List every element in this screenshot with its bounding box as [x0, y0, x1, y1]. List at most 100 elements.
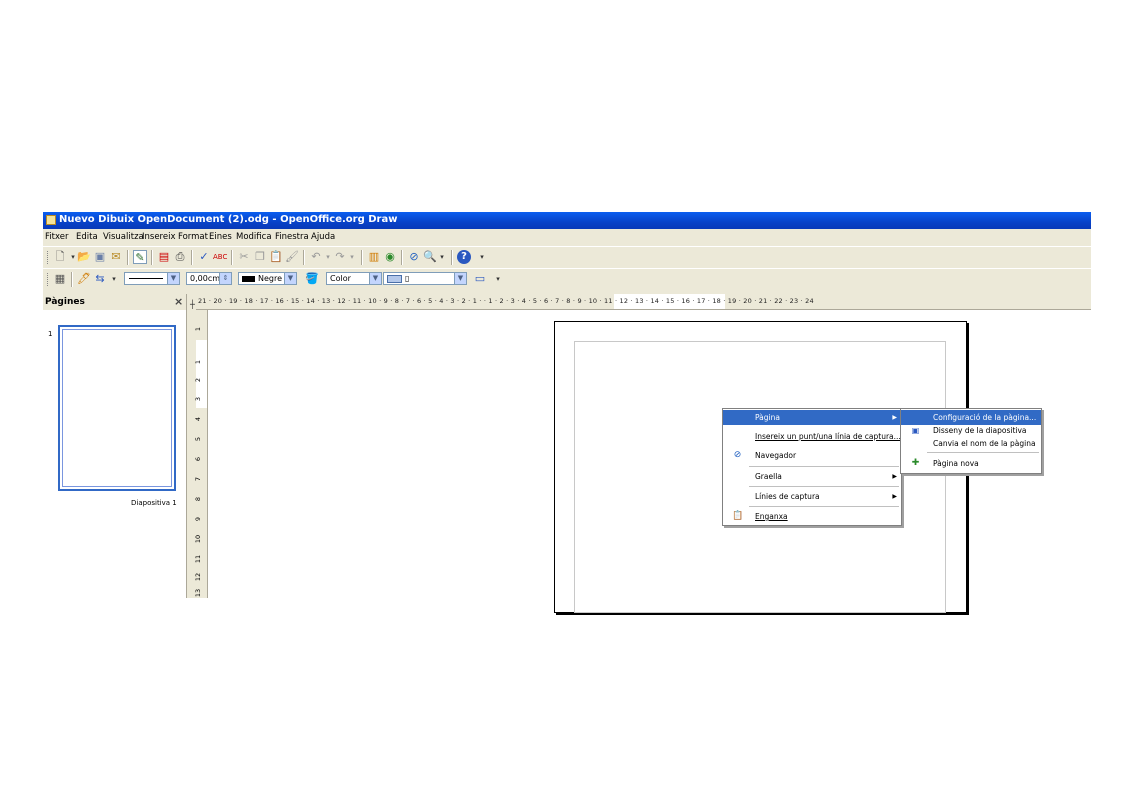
- toolbar-grip[interactable]: [47, 251, 50, 264]
- menu-edita[interactable]: Edita: [76, 232, 98, 242]
- help-icon[interactable]: ?: [457, 250, 471, 264]
- menu-fitxer[interactable]: Fitxer: [45, 232, 68, 242]
- horizontal-ruler[interactable]: 21 · 20 · 19 · 18 · 17 · 16 · 15 · 14 · …: [196, 294, 1091, 310]
- line-style-select[interactable]: ▼: [124, 272, 180, 285]
- menu-item-label: Navegador: [755, 451, 797, 460]
- page-submenu: Configuració de la pàgina... ▣ Disseny d…: [900, 408, 1042, 474]
- chevron-down-icon[interactable]: ▼: [454, 273, 466, 284]
- area-color-value: ▯: [405, 274, 410, 283]
- edit-file-icon[interactable]: ✎: [133, 250, 147, 264]
- toolbar-overflow-icon[interactable]: ▾: [491, 272, 505, 286]
- styles-icon[interactable]: ▦: [53, 272, 67, 286]
- menu-item-label: Insereix un punt/una línia de captura...: [755, 432, 901, 441]
- menu-visualitza[interactable]: Visualitza: [103, 232, 144, 242]
- area-fill-icon[interactable]: 🪣: [305, 272, 319, 286]
- print-icon[interactable]: ⎙: [173, 250, 187, 264]
- line-width-value: 0,00cm: [190, 274, 221, 283]
- menu-finestra[interactable]: Finestra: [275, 232, 309, 242]
- menu-item-label: Graella: [755, 472, 782, 481]
- paste-icon: 📋: [732, 511, 744, 521]
- menu-item-insert-snap[interactable]: Insereix un punt/una línia de captura...: [723, 429, 901, 444]
- submenu-arrow-icon: ▶: [892, 414, 897, 421]
- title-bar[interactable]: Nuevo Dibuix OpenDocument (2).odg - Open…: [43, 212, 1091, 229]
- vruler-label: 1: [194, 326, 203, 332]
- menu-item-page-setup[interactable]: Configuració de la pàgina...: [901, 410, 1041, 425]
- menu-format[interactable]: Format: [178, 232, 208, 242]
- email-icon[interactable]: ✉: [109, 250, 123, 264]
- gallery-icon[interactable]: ◉: [383, 250, 397, 264]
- new-document-icon[interactable]: 🗋: [53, 250, 67, 264]
- slides-pane-header: Pàgines ×: [43, 294, 186, 310]
- shadow-icon[interactable]: ▭: [473, 272, 487, 286]
- slide-thumbnail[interactable]: [58, 325, 176, 491]
- menu-item-graella[interactable]: Graella ▶: [723, 469, 901, 484]
- cut-icon[interactable]: ✂: [237, 250, 251, 264]
- line-style-preview: [129, 278, 163, 279]
- menu-item-label: Línies de captura: [755, 492, 820, 501]
- menu-insereix[interactable]: Insereix: [142, 232, 175, 242]
- menu-bar: Fitxer Edita Visualitza Insereix Format …: [43, 230, 1091, 244]
- paste-icon[interactable]: 📋: [269, 250, 283, 264]
- spellcheck-icon[interactable]: ✓: [197, 250, 211, 264]
- area-color-select[interactable]: ▯ ▼: [383, 272, 467, 285]
- autospellcheck-icon[interactable]: ABC: [213, 250, 227, 264]
- area-style-select[interactable]: Color ▼: [326, 272, 382, 285]
- app-icon: [46, 215, 56, 225]
- vruler-label: 11: [194, 554, 203, 564]
- chart-icon[interactable]: ▥: [367, 250, 381, 264]
- line-width-field[interactable]: 0,00cm ⇕: [186, 272, 232, 285]
- arrow-style-icon[interactable]: ⇆: [93, 272, 107, 286]
- menu-item-new-page[interactable]: ✚ Pàgina nova: [901, 456, 1041, 471]
- vruler-label: 10: [194, 534, 203, 544]
- menu-item-pagina[interactable]: Pàgina ▶: [723, 410, 901, 425]
- ruler-labels: 21 · 20 · 19 · 18 · 17 · 16 · 15 · 14 · …: [198, 297, 814, 305]
- zoom-dropdown-icon[interactable]: ▾: [435, 250, 449, 264]
- menu-item-label: Disseny de la diapositiva: [933, 426, 1027, 435]
- vruler-label: 2: [194, 377, 203, 383]
- menu-item-navegador[interactable]: ⊘ Navegador: [723, 448, 901, 463]
- line-icon[interactable]: 🖊: [77, 272, 91, 286]
- menu-item-label: Canvia el nom de la pàgina: [933, 439, 1036, 448]
- slides-pane: Pàgines × 1 Diapositiva 1: [43, 294, 187, 598]
- menu-ajuda[interactable]: Ajuda: [311, 232, 335, 242]
- menu-eines[interactable]: Eines: [209, 232, 232, 242]
- save-icon[interactable]: ▣: [93, 250, 107, 264]
- clone-format-icon[interactable]: 🖌: [285, 250, 299, 264]
- menu-item-enganxa[interactable]: 📋 Enganxa: [723, 509, 901, 524]
- navigator-icon[interactable]: ⊘: [407, 250, 421, 264]
- slide-number: 1: [48, 330, 53, 338]
- color-swatch: [242, 275, 255, 282]
- chevron-down-icon[interactable]: ▼: [369, 273, 381, 284]
- toolbar-overflow-icon[interactable]: ▾: [475, 250, 489, 264]
- close-icon[interactable]: ×: [174, 295, 183, 308]
- slide-label: Diapositiva 1: [131, 499, 177, 507]
- menu-item-label: Enganxa: [755, 512, 788, 521]
- vruler-label: 5: [194, 436, 203, 442]
- line-fill-toolbar: ▦ 🖊 ⇆ ▾ ▼ 0,00cm ⇕ Negre ▼ 🪣 Color ▼ ▯ ▼…: [43, 268, 1091, 289]
- copy-icon[interactable]: ❐: [253, 250, 267, 264]
- open-folder-icon[interactable]: 📂: [77, 250, 91, 264]
- vruler-label: 9: [194, 516, 203, 522]
- chevron-down-icon[interactable]: ▼: [284, 273, 296, 284]
- vruler-label: 4: [194, 416, 203, 422]
- ruler-margin-top: [196, 310, 207, 340]
- slide-design-icon: ▣: [911, 426, 920, 435]
- window-title: Nuevo Dibuix OpenDocument (2).odg - Open…: [59, 214, 398, 225]
- spin-icon[interactable]: ⇕: [219, 273, 231, 284]
- chevron-down-icon[interactable]: ▼: [167, 273, 179, 284]
- menu-item-label: Pàgina nova: [933, 459, 979, 468]
- menu-item-linies-captura[interactable]: Línies de captura ▶: [723, 489, 901, 504]
- redo-dropdown-icon[interactable]: ▾: [345, 250, 359, 264]
- menu-item-slide-design[interactable]: ▣ Disseny de la diapositiva: [901, 424, 1041, 437]
- arrow-dropdown-icon[interactable]: ▾: [107, 272, 121, 286]
- toolbar-grip[interactable]: [47, 273, 50, 286]
- vruler-label: 13: [194, 588, 203, 598]
- menu-modifica[interactable]: Modifica: [236, 232, 272, 242]
- line-color-select[interactable]: Negre ▼: [238, 272, 297, 285]
- color-swatch: [387, 274, 402, 283]
- export-pdf-icon[interactable]: ▤: [157, 250, 171, 264]
- menu-item-rename-page[interactable]: Canvia el nom de la pàgina: [901, 437, 1041, 450]
- slides-pane-title: Pàgines: [45, 297, 85, 307]
- standard-toolbar: 🗋 ▾ 📂 ▣ ✉ ✎ ▤ ⎙ ✓ ABC ✂ ❐ 📋 🖌 ↶ ▾ ↷ ▾ ▥ …: [43, 246, 1091, 267]
- vruler-label: 3: [194, 396, 203, 402]
